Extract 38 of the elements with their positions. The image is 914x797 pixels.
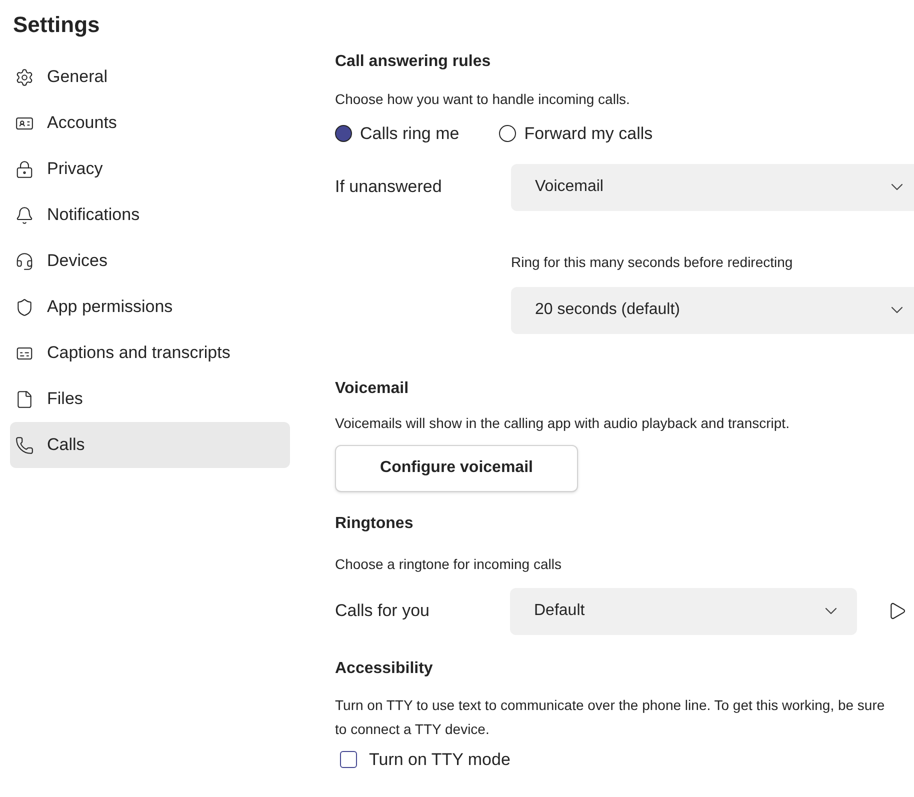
section-heading: Voicemail	[335, 378, 410, 398]
sidebar-item[interactable]: Accounts	[10, 100, 290, 146]
dropdown[interactable]: Default	[510, 588, 857, 634]
checkbox-label: Turn on TTY mode	[369, 748, 510, 770]
dropdown[interactable]: Voicemail	[511, 164, 914, 210]
field-label: Ring for this many seconds before redirecting	[511, 252, 794, 272]
section-description: Choose a ringtone for incoming calls	[335, 554, 562, 574]
dropdown[interactable]: 20 seconds (default)	[511, 286, 914, 334]
sidebar-item[interactable]: Calls	[10, 422, 290, 468]
file-icon	[15, 390, 34, 408]
checkbox[interactable]	[340, 750, 357, 768]
sidebar-item[interactable]: Captions and transcripts	[10, 330, 290, 376]
section-description: Choose how you want to handle incoming calls.	[335, 90, 631, 109]
shield-icon	[15, 298, 34, 316]
lock-icon	[15, 160, 34, 178]
section-description: Turn on TTY to use text to communicate over the phone line. To get this working, be sure to connect a TTY device.	[335, 696, 886, 738]
bell-icon	[15, 206, 34, 224]
radio-option[interactable]: Forward my calls	[499, 121, 653, 146]
phone-icon	[15, 436, 34, 454]
field-label: Calls for you	[335, 600, 430, 622]
sidebar-item[interactable]: Devices	[10, 238, 290, 284]
radio-icon[interactable]	[499, 125, 516, 142]
sidebar-item[interactable]: Files	[10, 376, 290, 422]
section-heading: Ringtones	[335, 514, 414, 534]
radio-icon[interactable]	[335, 125, 352, 142]
section-description: Voicemails will show in the calling app with audio playback and transcript.	[335, 414, 790, 433]
section-heading: Accessibility	[335, 658, 434, 678]
sidebar-item[interactable]: Privacy	[10, 146, 290, 192]
headset-icon	[15, 252, 34, 270]
sidebar-item[interactable]: General	[10, 54, 290, 100]
radio-option[interactable]: Calls ring me	[335, 121, 460, 146]
sidebar-item[interactable]: App permissions	[10, 284, 290, 330]
page-title: Settings	[13, 11, 100, 39]
configure-voicemail-button[interactable]: Configure voicemail	[335, 444, 578, 492]
section-heading: Call answering rules	[335, 52, 492, 72]
settings-icon	[15, 68, 34, 86]
sidebar-item[interactable]: Notifications	[10, 192, 290, 238]
field-label: If unanswered	[335, 176, 443, 198]
